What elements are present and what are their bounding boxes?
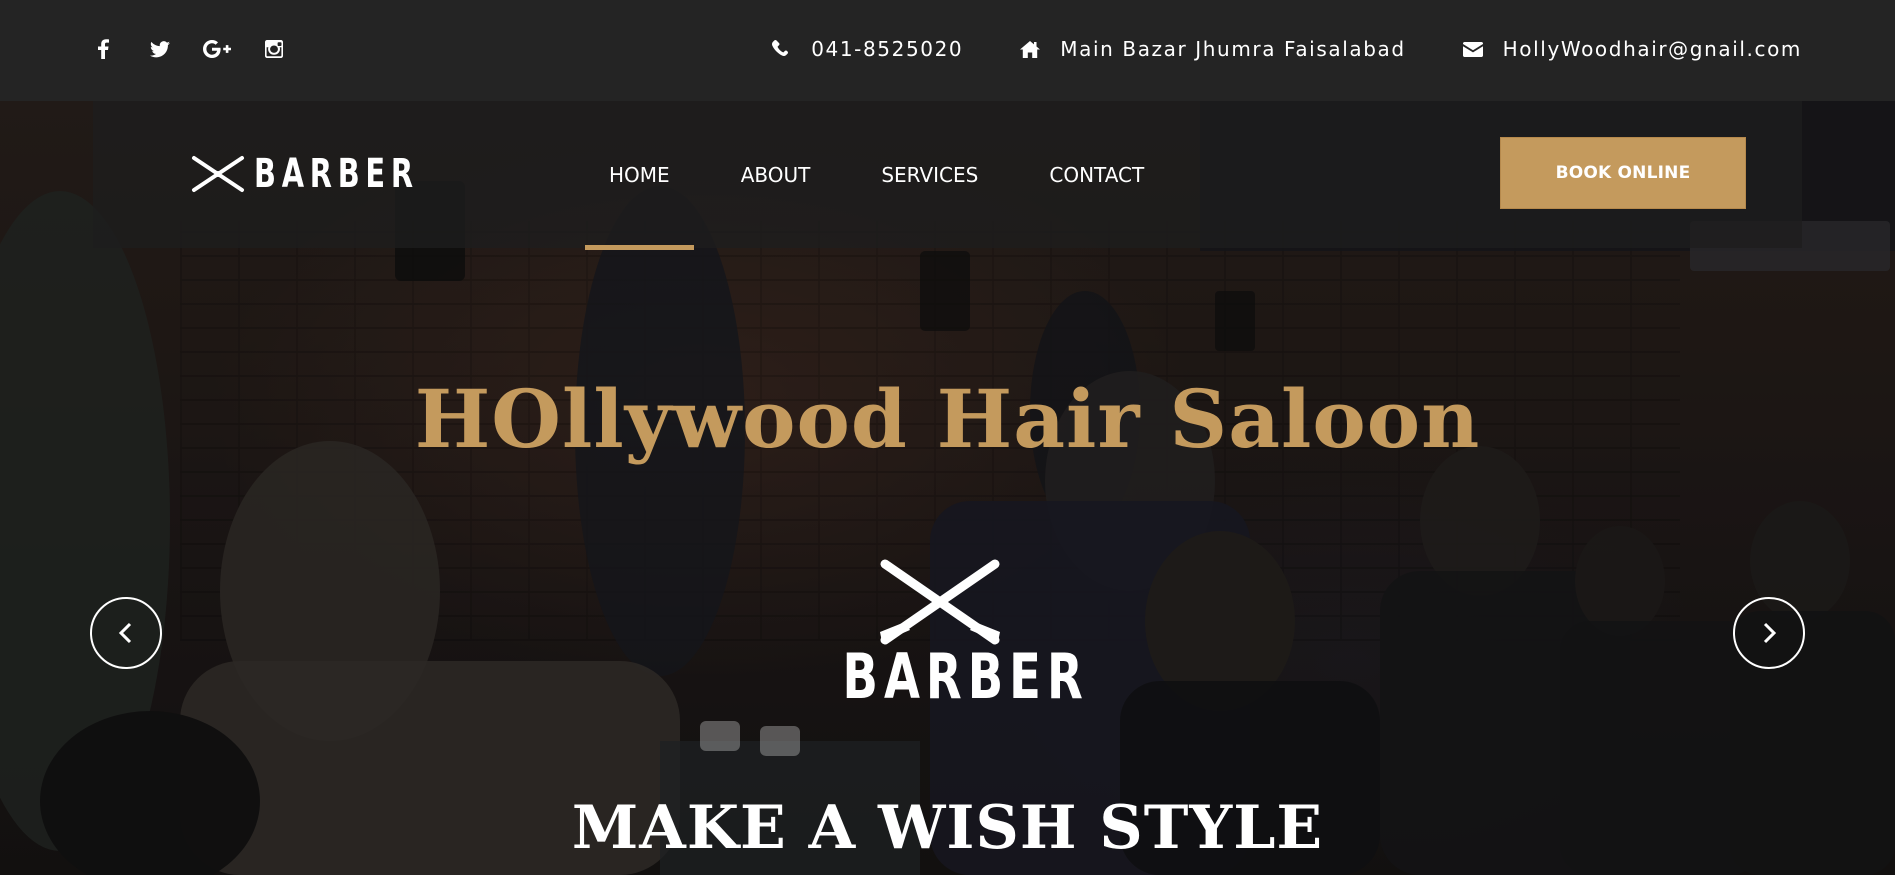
home-icon	[1019, 38, 1041, 60]
phone-item[interactable]: 041-8525020	[770, 37, 963, 61]
facebook-icon[interactable]	[88, 34, 118, 64]
top-bar: 041-8525020 Main Bazar Jhumra Faisalabad…	[0, 0, 1895, 101]
google-plus-icon[interactable]	[202, 34, 232, 64]
instagram-icon[interactable]	[259, 34, 289, 64]
envelope-icon	[1462, 38, 1484, 60]
slider-prev-button[interactable]	[90, 597, 162, 669]
nav-home[interactable]: HOME	[585, 101, 694, 250]
nav-services[interactable]: SERVICES	[857, 101, 1002, 248]
social-links	[88, 34, 316, 64]
logo-text: BARBER	[254, 151, 419, 197]
nav-contact[interactable]: CONTACT	[1025, 101, 1168, 248]
email-address: HollyWoodhair@gnail.com	[1502, 37, 1802, 61]
hero-subtitle: MAKE A WISH STYLE	[571, 793, 1324, 863]
hero-title: HOllywood Hair Saloon	[414, 372, 1481, 466]
email-item[interactable]: HollyWoodhair@gnail.com	[1462, 37, 1802, 61]
nav-about[interactable]: ABOUT	[717, 101, 835, 248]
hero-logo-text: BARBER	[842, 640, 1089, 713]
scissors-razor-icon	[192, 156, 244, 192]
twitter-icon[interactable]	[145, 34, 175, 64]
slider-next-button[interactable]	[1733, 597, 1805, 669]
book-online-button[interactable]: BOOK ONLINE	[1500, 137, 1746, 209]
address-item[interactable]: Main Bazar Jhumra Faisalabad	[1019, 37, 1405, 61]
brand-logo[interactable]: BARBER	[190, 151, 483, 197]
address-text: Main Bazar Jhumra Faisalabad	[1060, 37, 1406, 61]
phone-number: 041-8525020	[811, 37, 964, 61]
contact-info: 041-8525020 Main Bazar Jhumra Faisalabad…	[770, 34, 1802, 64]
chevron-right-icon	[1763, 622, 1777, 644]
main-navbar: BARBER HOME ABOUT SERVICES CONTACT BOOK …	[93, 101, 1802, 250]
chevron-left-icon	[118, 622, 132, 644]
phone-icon	[770, 38, 792, 60]
nav-menu: HOME ABOUT SERVICES CONTACT	[585, 101, 1191, 250]
